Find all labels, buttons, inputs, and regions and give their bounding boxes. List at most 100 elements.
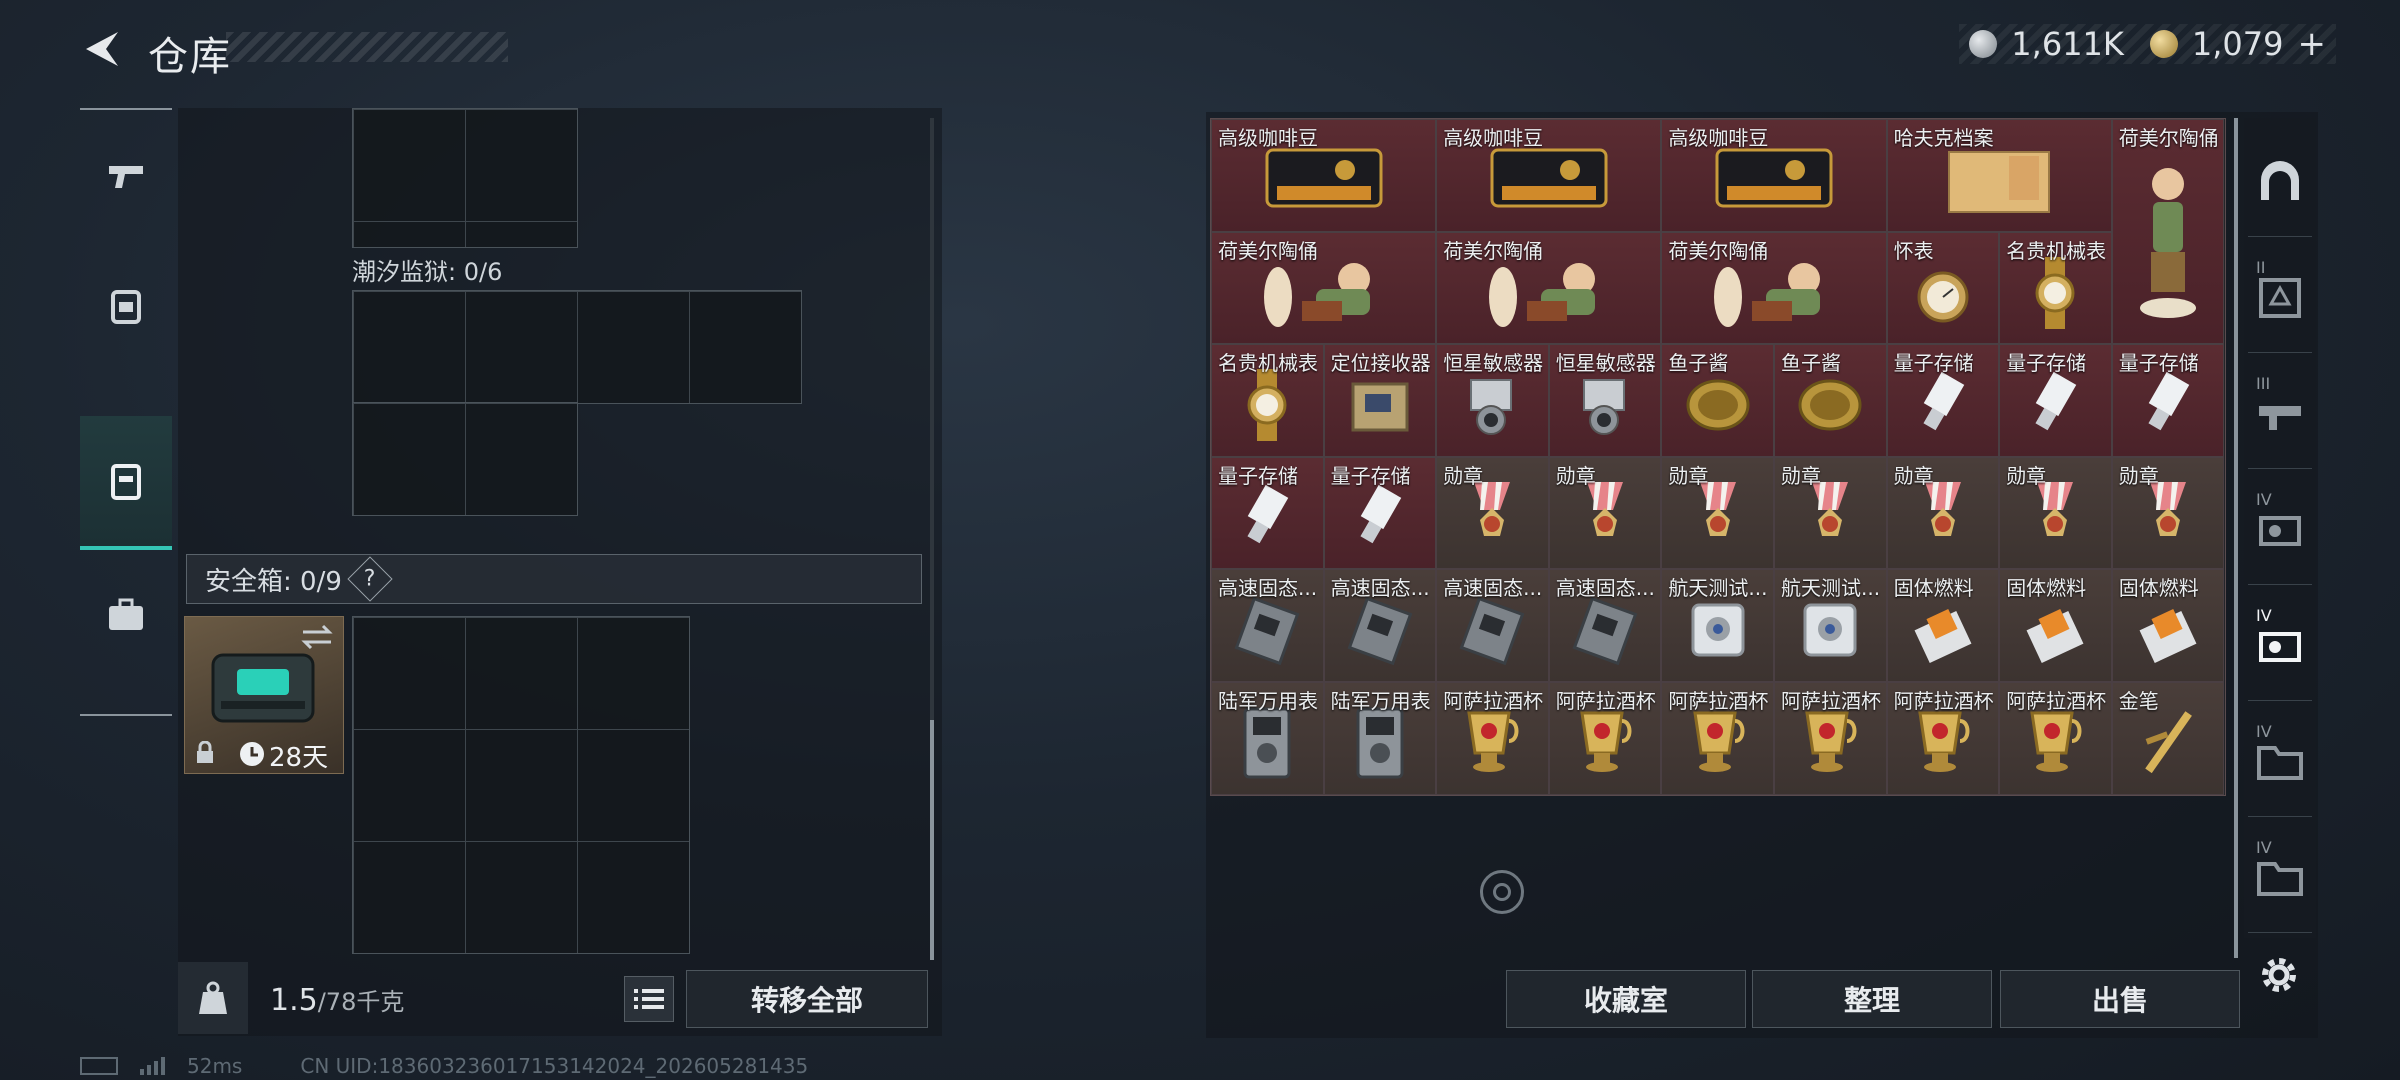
item-cell[interactable]: 勋章 [1661, 456, 1774, 570]
item-cell[interactable]: 勋章 [1886, 456, 2000, 570]
item-cell[interactable]: 航天测试... [1774, 569, 1887, 682]
item-cell[interactable]: 勋章 [1999, 456, 2112, 570]
item-cell[interactable]: 勋章 [2111, 456, 2225, 570]
item-cell[interactable]: 阿萨拉酒杯 [1774, 682, 1887, 795]
item-cell[interactable]: 高级咖啡豆 [1436, 119, 1662, 232]
item-cell[interactable]: 荷美尔陶俑 [1661, 231, 1887, 345]
item-cell[interactable]: 恒星敏感器 [1548, 344, 1662, 457]
item-name: 陆军万用表 [1218, 689, 1318, 713]
item-cell[interactable]: 鱼子酱 [1661, 344, 1774, 457]
storage-tab-1[interactable] [2248, 126, 2312, 237]
item-cell[interactable]: 高速固态... [1323, 569, 1437, 682]
item-name: 陆军万用表 [1330, 689, 1431, 713]
item-cell[interactable]: 量子存储 [1999, 344, 2112, 457]
nav-tools[interactable] [80, 550, 172, 680]
add-currency-button[interactable]: + [2298, 24, 2327, 64]
nav-gear[interactable] [80, 240, 172, 370]
sell-button[interactable]: 出售 [2000, 970, 2240, 1028]
ssd-icon [1232, 595, 1302, 669]
item-cell[interactable]: 怀表 [1886, 231, 2000, 345]
item-cell[interactable]: 名贵机械表 [1211, 344, 1324, 457]
item-name: 勋章 [1781, 463, 1821, 488]
storage-tab-7[interactable]: IV [2248, 822, 2312, 933]
gold-coin-amount: 1,079 [2191, 25, 2284, 63]
item-cell[interactable]: 阿萨拉酒杯 [1548, 682, 1662, 795]
item-name: 阿萨拉酒杯 [1443, 689, 1544, 713]
item-cell[interactable]: 固体燃料 [1999, 569, 2112, 682]
left-category-nav [80, 108, 172, 716]
item-cell[interactable]: 陆军万用表 [1323, 682, 1437, 795]
cup-icon [1908, 703, 1978, 787]
weight-bag-button[interactable] [178, 962, 248, 1034]
item-name: 高速固态... [1218, 576, 1318, 601]
case-icon [111, 464, 141, 500]
item-cell[interactable]: 阿萨拉酒杯 [1999, 682, 2112, 795]
safe-box-grid[interactable] [352, 616, 690, 954]
storage-tab-6[interactable]: IV [2248, 706, 2312, 817]
storage-tab-4[interactable]: IV [2248, 474, 2312, 585]
transfer-all-button[interactable]: 转移全部 [686, 970, 928, 1028]
list-view-button[interactable] [624, 976, 674, 1022]
item-cell[interactable]: 勋章 [1436, 456, 1549, 570]
item-cell[interactable]: 金笔 [2111, 682, 2225, 795]
storage-tab-5[interactable]: IV [2248, 590, 2312, 701]
item-cell[interactable]: 恒星敏感器 [1436, 344, 1549, 457]
figurine-icon [1479, 253, 1619, 337]
item-cell[interactable]: 鱼子酱 [1774, 344, 1887, 457]
cup-icon [1683, 703, 1753, 787]
item-name: 量子存储 [1218, 463, 1298, 488]
left-scrollbar[interactable] [930, 720, 934, 960]
item-cell[interactable]: 航天测试... [1661, 569, 1774, 682]
item-cell[interactable]: 固体燃料 [1886, 569, 2000, 682]
device-icon [2259, 516, 2301, 546]
item-cell[interactable]: 固体燃料 [2111, 569, 2225, 682]
item-name: 勋章 [1668, 463, 1709, 488]
item-cell[interactable]: 勋章 [1774, 456, 1887, 570]
tide-prison-grid-row2[interactable] [352, 402, 578, 516]
folder-icon [2257, 862, 2303, 896]
page-title: 仓库 [148, 34, 232, 80]
item-cell[interactable]: 量子存储 [1323, 456, 1437, 570]
item-cell[interactable]: 荷美尔陶俑 [1436, 231, 1662, 345]
back-arrow-icon[interactable] [78, 26, 124, 72]
storage-grid-top[interactable] [352, 108, 578, 248]
nav-cases[interactable] [80, 416, 172, 550]
item-cell[interactable]: 高级咖啡豆 [1211, 119, 1437, 232]
item-cell[interactable]: 勋章 [1548, 456, 1662, 570]
item-name: 航天测试... [1668, 576, 1768, 601]
gear-icon[interactable] [2256, 952, 2302, 998]
right-scrollbar[interactable] [2234, 118, 2238, 958]
storage-tab-tier-label: III [2256, 374, 2271, 393]
item-cell[interactable]: 定位接收器 [1323, 344, 1437, 457]
storage-tab-tier-label: IV [2256, 490, 2272, 509]
item-cell[interactable]: 高级咖啡豆 [1661, 119, 1887, 232]
item-cell[interactable]: 高速固态... [1211, 569, 1324, 682]
item-cell[interactable]: 量子存储 [2111, 344, 2225, 457]
item-cell[interactable]: 高速固态... [1548, 569, 1662, 682]
item-cell[interactable]: 量子存储 [1211, 456, 1324, 570]
swap-icon[interactable] [299, 623, 335, 651]
collection-room-button[interactable]: 收藏室 [1506, 970, 1746, 1028]
sort-button[interactable]: 整理 [1752, 970, 1992, 1028]
storage-tab-2[interactable]: II [2248, 242, 2312, 353]
coffee-icon [1259, 140, 1389, 224]
item-cell[interactable]: 高速固态... [1436, 569, 1549, 682]
item-cell[interactable]: 陆军万用表 [1211, 682, 1324, 795]
file-icon [1939, 140, 2059, 224]
item-cell[interactable]: 名贵机械表 [1999, 231, 2112, 345]
help-icon[interactable]: ? [347, 556, 393, 602]
item-cell[interactable]: 荷美尔陶俑 [1211, 231, 1437, 345]
item-name: 量子存储 [2006, 351, 2087, 376]
storage-tab-3[interactable]: III [2248, 358, 2312, 469]
item-cell[interactable]: 阿萨拉酒杯 [1436, 682, 1549, 795]
currency-bar: 1,611K 1,079 + [1959, 24, 2336, 64]
safe-box-item[interactable]: 28天 [184, 616, 344, 774]
item-cell[interactable]: 荷美尔陶俑 [2111, 119, 2225, 345]
item-cell[interactable]: 量子存储 [1886, 344, 2000, 457]
item-name: 勋章 [2006, 463, 2047, 488]
nav-weapons[interactable] [80, 110, 172, 240]
item-cell[interactable]: 阿萨拉酒杯 [1886, 682, 2000, 795]
tide-prison-grid-row1[interactable] [352, 290, 802, 404]
item-cell[interactable]: 哈夫克档案 [1886, 119, 2112, 232]
item-cell[interactable]: 阿萨拉酒杯 [1661, 682, 1774, 795]
